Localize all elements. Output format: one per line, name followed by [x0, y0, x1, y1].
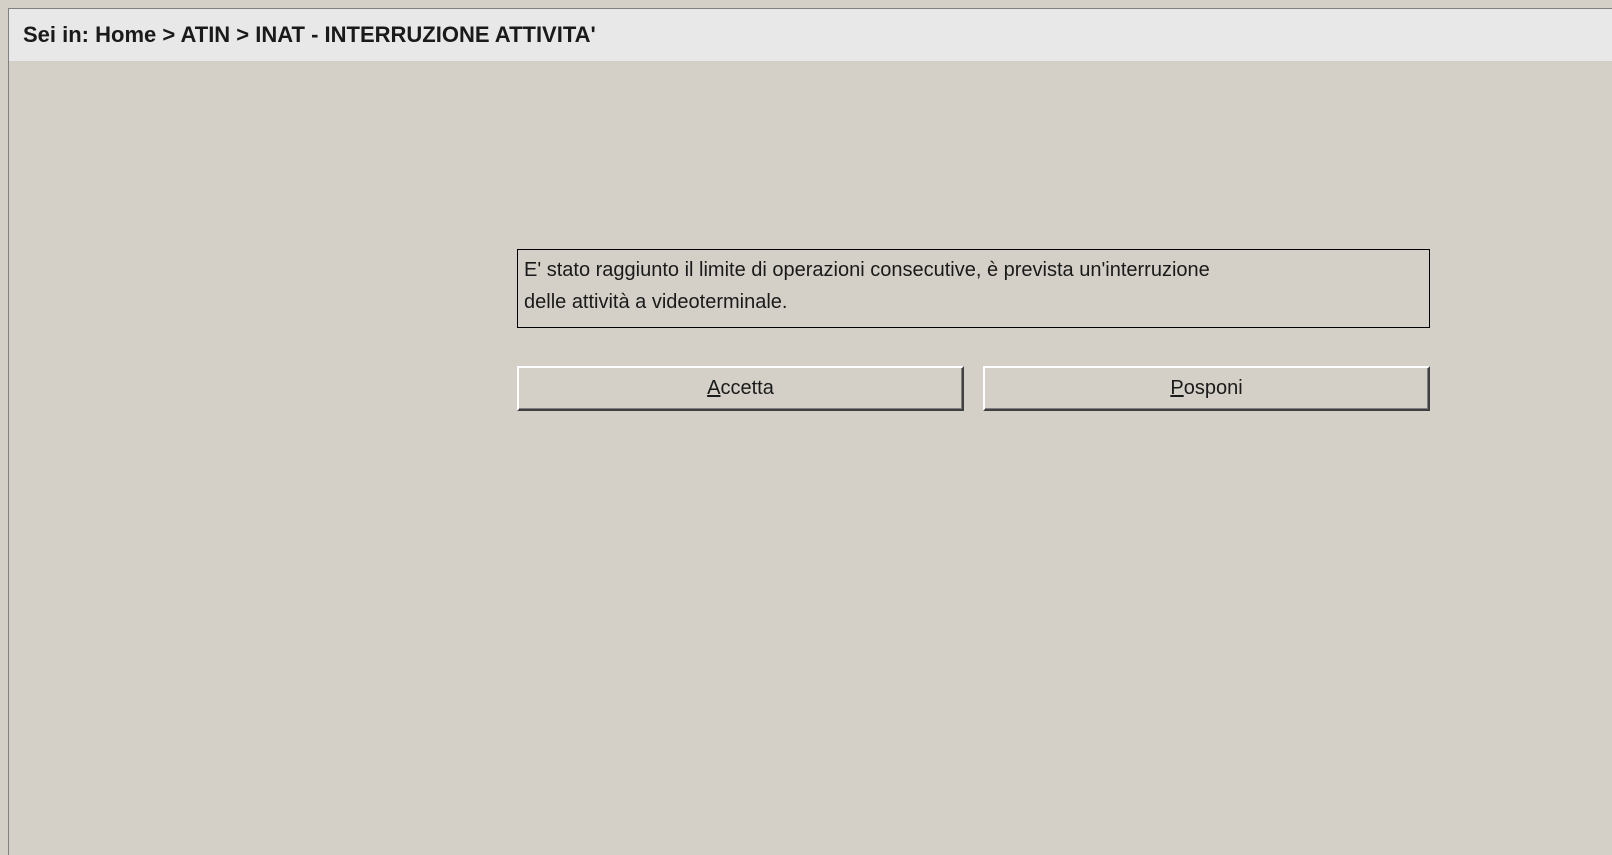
- postpone-button-mnemonic: P: [1170, 377, 1184, 399]
- breadcrumb: Sei in: Home > ATIN > INAT - INTERRUZION…: [23, 22, 596, 47]
- postpone-button-label: osponi: [1183, 377, 1243, 399]
- accept-button-mnemonic: A: [707, 377, 721, 399]
- message-box: E' stato raggiunto il limite di operazio…: [517, 249, 1430, 328]
- message-line-1: E' stato raggiunto il limite di operazio…: [524, 259, 1210, 281]
- postpone-button[interactable]: Posponi: [983, 366, 1430, 411]
- accept-button[interactable]: Accetta: [517, 366, 964, 411]
- app-frame: Sei in: Home > ATIN > INAT - INTERRUZION…: [8, 8, 1612, 855]
- accept-button-label: ccetta: [720, 377, 774, 399]
- breadcrumb-bar: Sei in: Home > ATIN > INAT - INTERRUZION…: [9, 9, 1612, 62]
- message-line-2: delle attività a videoterminale.: [524, 291, 788, 313]
